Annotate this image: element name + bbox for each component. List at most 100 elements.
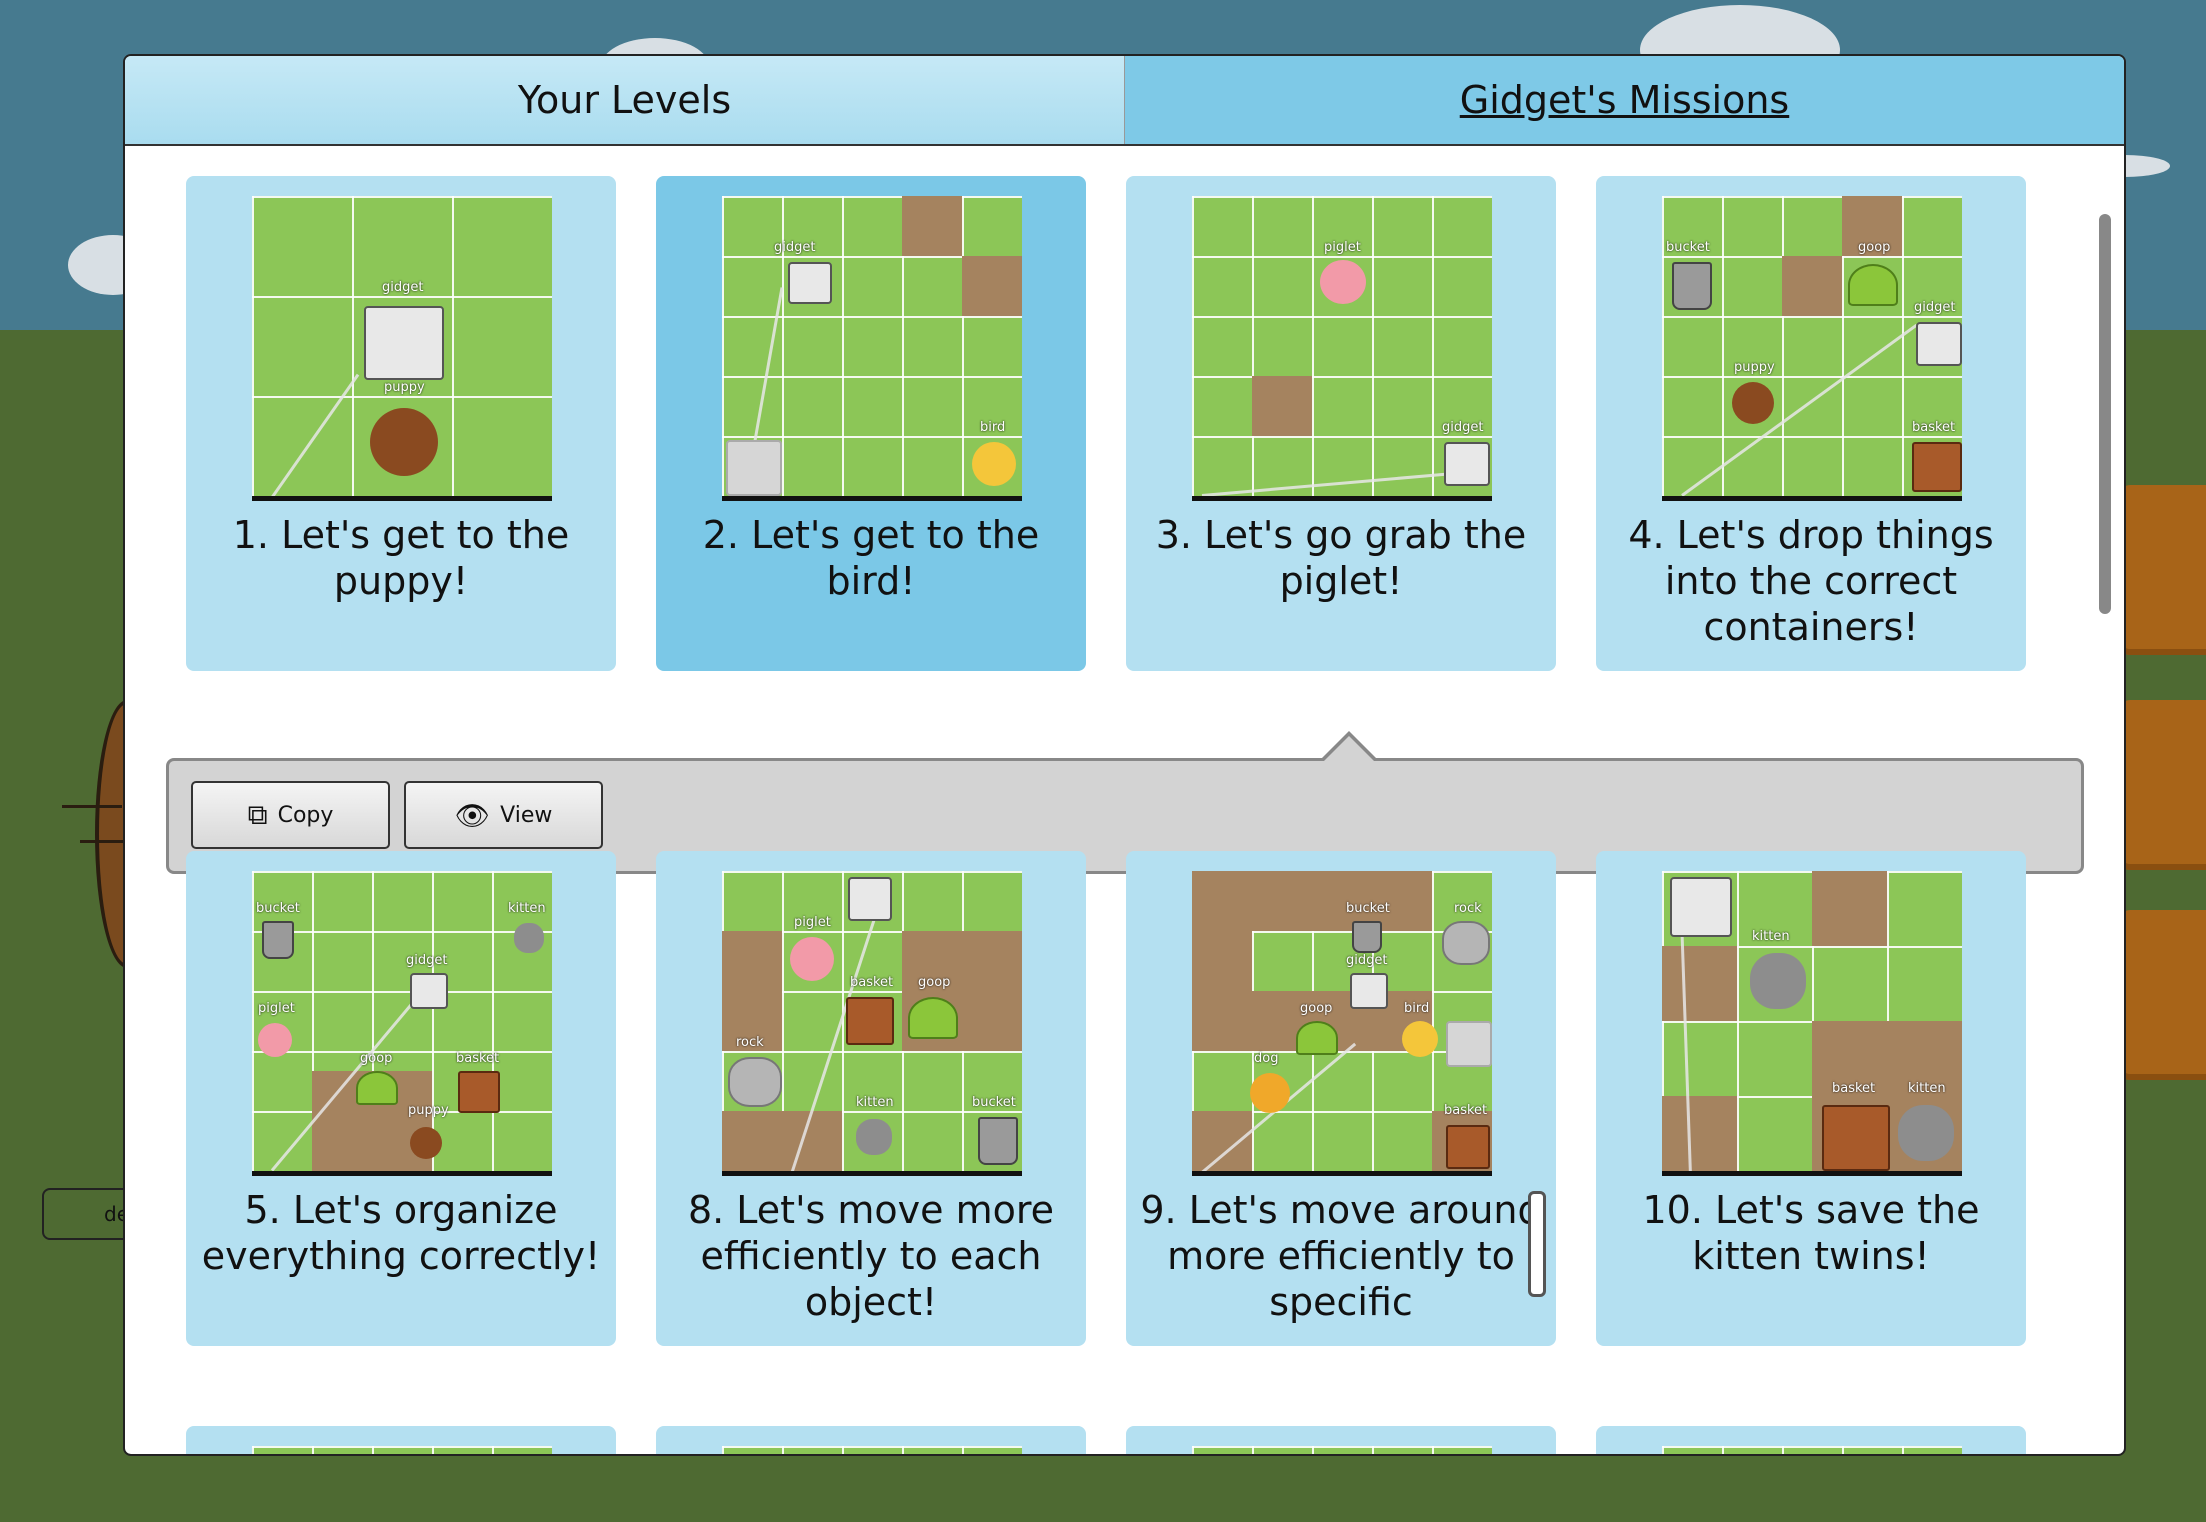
dirt-tile <box>1812 871 1887 946</box>
entity-label: rock <box>736 1035 764 1050</box>
level-title: 1. Let's get to the puppy! <box>232 513 570 603</box>
bucket-icon <box>978 1117 1018 1165</box>
entity-label: basket <box>850 975 894 990</box>
level-card[interactable]: piglet basket goop rock kitten bucket 8.… <box>656 851 1086 1346</box>
level-thumbnail <box>722 1446 1022 1454</box>
level-thumbnail <box>1662 1446 1962 1454</box>
entity-label: kitten <box>856 1095 894 1110</box>
level-thumbnail: gidget puppy <box>252 196 552 501</box>
entity-label: puppy <box>1734 360 1775 375</box>
level-card-partial[interactable] <box>656 1426 1086 1454</box>
entity-label: gidget <box>406 953 448 968</box>
dirt-tile <box>962 256 1022 316</box>
view-button[interactable]: 👁 View <box>404 781 603 849</box>
entity-label: gidget <box>774 240 816 255</box>
piglet-icon <box>258 1023 292 1057</box>
wall-icon <box>1446 1021 1492 1067</box>
basket-icon <box>1822 1105 1890 1171</box>
entity-label: piglet <box>794 915 831 930</box>
dirt-tile <box>1192 1111 1252 1171</box>
level-title: 9. Let's move around more efficiently to… <box>1140 1188 1542 1324</box>
level-card-selected[interactable]: gidget bird 2. Let's get to the bird! <box>656 176 1086 671</box>
side-crate <box>2120 700 2206 870</box>
level-card[interactable]: bucket rock gidget goop bird dog basket … <box>1126 851 1556 1346</box>
goop-icon <box>356 1071 398 1105</box>
gidget-icon <box>1444 442 1490 486</box>
wall-icon <box>726 440 782 496</box>
copy-button[interactable]: ⧉ Copy <box>191 781 390 849</box>
goop-icon <box>908 997 958 1039</box>
gidget-icon <box>788 262 832 304</box>
path-trail <box>1201 472 1452 496</box>
kitten-icon <box>1898 1105 1954 1161</box>
entity-label: dog <box>1254 1051 1279 1066</box>
entity-label: goop <box>360 1051 393 1066</box>
level-card-partial[interactable] <box>1126 1426 1556 1454</box>
entity-label: goop <box>1300 1001 1333 1016</box>
gidget-icon <box>364 306 444 380</box>
bucket-icon <box>1672 262 1712 310</box>
level-title: 5. Let's organize everything correctly! <box>201 1188 601 1278</box>
scrollbar[interactable] <box>2099 214 2111 614</box>
level-card[interactable]: piglet gidget 3. Let's go grab the pigle… <box>1126 176 1556 671</box>
level-thumbnail: gidget bird <box>722 196 1022 501</box>
entity-label: piglet <box>258 1001 295 1016</box>
level-card[interactable]: kitten basket kitten 10. Let's save the … <box>1596 851 2026 1346</box>
whisker <box>62 805 122 808</box>
level-card[interactable]: bucket kitten gidget piglet goop basket … <box>186 851 616 1346</box>
gidget-icon <box>1916 322 1962 366</box>
level-thumbnail: piglet gidget <box>1192 196 1492 501</box>
dirt-tile <box>1662 946 1737 1021</box>
piglet-icon <box>1320 260 1366 304</box>
entity-label: puppy <box>408 1103 449 1118</box>
dirt-tile <box>1782 256 1842 316</box>
level-title: 3. Let's go grab the piglet! <box>1155 513 1527 603</box>
entity-label: puppy <box>384 380 425 395</box>
tab-your-levels[interactable]: Your Levels <box>125 56 1125 144</box>
level-card[interactable]: gidget puppy 1. Let's get to the puppy! <box>186 176 616 671</box>
entity-label: kitten <box>1752 929 1790 944</box>
basket-icon <box>1446 1125 1490 1169</box>
levels-grid: gidget puppy 1. Let's get to the puppy! … <box>125 146 2124 1454</box>
entity-label: bucket <box>256 901 300 916</box>
level-thumbnail: kitten basket kitten <box>1662 871 1962 1176</box>
entity-label: basket <box>1832 1081 1876 1096</box>
level-card-partial[interactable] <box>186 1426 616 1454</box>
dirt-tile <box>1662 1096 1737 1171</box>
level-card-partial[interactable] <box>1596 1426 2026 1454</box>
dirt-tile <box>902 196 962 256</box>
level-title: 2. Let's get to the bird! <box>702 513 1040 603</box>
gidget-icon <box>1670 877 1732 937</box>
level-card[interactable]: bucket goop gidget puppy basket 4. Let's… <box>1596 176 2026 671</box>
entity-label: goop <box>1858 240 1891 255</box>
basket-icon <box>458 1071 500 1113</box>
kitten-icon <box>1750 953 1806 1009</box>
whisker <box>80 840 125 843</box>
entity-label: kitten <box>508 901 546 916</box>
path-trail <box>1681 323 1918 496</box>
dirt-tile <box>1252 376 1312 436</box>
piglet-icon <box>790 937 834 981</box>
popover-arrow-fill <box>1323 736 1375 762</box>
entity-label: basket <box>1912 420 1956 435</box>
puppy-icon <box>410 1127 442 1159</box>
bird-icon <box>972 442 1016 486</box>
bucket-icon <box>262 921 294 959</box>
copy-icon: ⧉ <box>247 798 268 831</box>
dirt-tile <box>1192 871 1432 931</box>
level-thumbnail: bucket goop gidget puppy basket <box>1662 196 1962 501</box>
eye-icon: 👁 <box>454 798 491 832</box>
entity-label: rock <box>1454 901 1482 916</box>
dog-icon <box>1250 1073 1290 1113</box>
entity-label: gidget <box>1442 420 1484 435</box>
title-scrollbar[interactable] <box>1528 1191 1546 1297</box>
bird-icon <box>1402 1021 1438 1057</box>
level-thumbnail <box>1192 1446 1492 1454</box>
gidget-icon <box>410 973 448 1009</box>
entity-label: gidget <box>1346 953 1388 968</box>
tab-gidgets-missions[interactable]: Gidget's Missions <box>1125 56 2124 144</box>
entity-label: basket <box>456 1051 500 1066</box>
dirt-tile <box>722 931 782 1051</box>
goop-icon <box>1848 264 1898 306</box>
entity-label: bucket <box>972 1095 1016 1110</box>
